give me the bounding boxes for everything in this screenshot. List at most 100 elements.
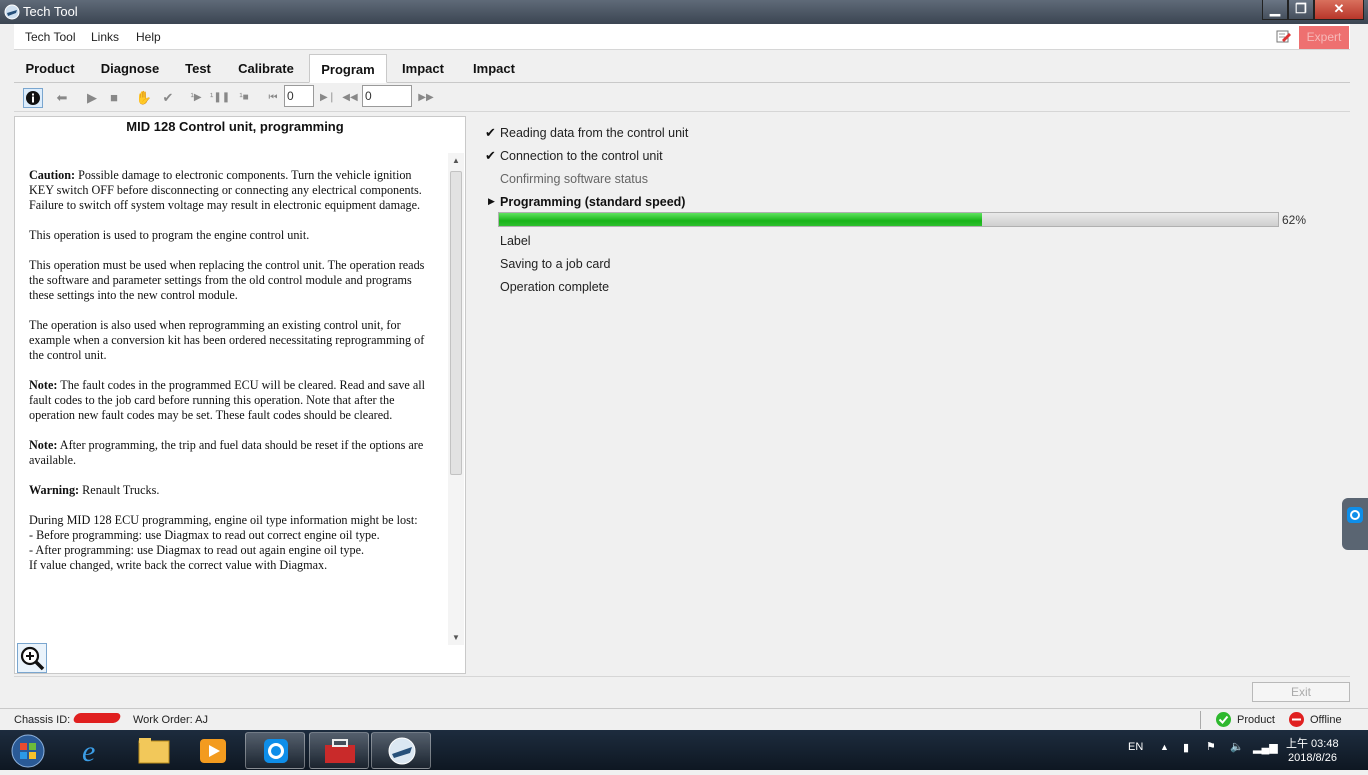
menu-bar: Tech Tool Links Help Expert xyxy=(14,24,1350,50)
play-icon[interactable]: ▶ xyxy=(82,88,102,108)
step-pause-icon[interactable]: ¹❚❚ xyxy=(210,88,230,108)
tab-impact[interactable]: Impact xyxy=(391,54,455,83)
taskbar-explorer[interactable] xyxy=(124,732,184,769)
volume-icon[interactable]: 🔈 xyxy=(1230,740,1244,753)
programming-progress-pane: ✔ Reading data from the control unit ✔ C… xyxy=(468,116,1350,674)
caution-text: Possible damage to electronic components… xyxy=(29,168,422,212)
work-order: Work Order: AJ xyxy=(133,714,208,726)
tab-test[interactable]: Test xyxy=(174,54,222,83)
maximize-button[interactable]: ❐ xyxy=(1288,0,1314,20)
paragraph-oil-type: During MID 128 ECU programming, engine o… xyxy=(29,513,439,573)
paragraph-reprogramming: The operation is also used when reprogra… xyxy=(29,318,425,362)
product-ok-icon xyxy=(1216,712,1231,727)
clock-time[interactable]: 上午 03:48 xyxy=(1286,735,1339,751)
menu-item-tech-tool[interactable]: Tech Tool xyxy=(25,30,75,44)
teamviewer-icon xyxy=(1347,507,1363,523)
report-edit-icon[interactable] xyxy=(1276,30,1292,44)
scroll-down-icon[interactable]: ▼ xyxy=(451,633,461,642)
hand-icon[interactable]: ✋ xyxy=(134,88,154,108)
step-play-icon[interactable]: ¹▶ xyxy=(186,88,206,108)
paragraph-purpose: This operation is used to program the en… xyxy=(29,228,310,242)
tech-tool-app-icon xyxy=(388,737,416,765)
taskbar-toolbox[interactable] xyxy=(309,732,369,769)
tab-impact-2[interactable]: Impact xyxy=(462,54,526,83)
tab-calibrate[interactable]: Calibrate xyxy=(226,54,306,83)
oil-line-3: - After programming: use Diagmax to read… xyxy=(29,543,365,557)
magnifier-plus-icon xyxy=(20,646,45,671)
tab-product[interactable]: Product xyxy=(14,54,86,83)
expert-button[interactable]: Expert xyxy=(1299,26,1349,49)
signal-icon[interactable]: ▂▄▆ xyxy=(1253,741,1278,754)
action-bar: Exit xyxy=(14,676,1350,706)
instructions-pane: MID 128 Control unit, programming Cautio… xyxy=(14,116,466,674)
zoom-in-button[interactable] xyxy=(17,643,47,673)
offline-icon xyxy=(1289,712,1304,727)
windows-start-icon xyxy=(11,734,45,768)
warning-label: Warning: xyxy=(29,483,80,497)
back-arrow-icon[interactable]: ⬅ xyxy=(52,88,72,108)
note-label: Note: xyxy=(29,438,58,452)
next-icon[interactable]: ▶❘ xyxy=(318,88,338,108)
tech-tool-app-icon xyxy=(4,4,20,20)
warning-paragraph: Warning: Renault Trucks. xyxy=(29,483,439,498)
tab-diagnose[interactable]: Diagnose xyxy=(90,54,170,83)
svg-text:e: e xyxy=(82,735,95,768)
note-label: Note: xyxy=(29,378,58,392)
status-divider xyxy=(1200,711,1201,729)
first-icon[interactable]: ⏮ xyxy=(263,88,283,108)
tab-program[interactable]: Program xyxy=(309,54,387,83)
windows-taskbar: e EN ▲ ▮ ⚑ 🔈 ▂▄▆ 上午 03:48 2018/8/26 xyxy=(0,730,1368,770)
step-confirming-software: Confirming software status xyxy=(500,172,648,186)
teamviewer-side-tab[interactable] xyxy=(1342,498,1368,550)
taskbar-ie[interactable]: e xyxy=(62,732,122,769)
battery-icon[interactable]: ▮ xyxy=(1183,741,1189,754)
note-text: After programming, the trip and fuel dat… xyxy=(29,438,424,467)
close-button[interactable]: ✕ xyxy=(1314,0,1364,20)
toolbox-icon xyxy=(325,739,355,763)
rewind-icon[interactable]: ◀◀ xyxy=(340,88,360,108)
step-stop-icon[interactable]: ¹■ xyxy=(234,88,254,108)
oil-line-2: - Before programming: use Diagmax to rea… xyxy=(29,528,380,542)
caution-paragraph: Caution: Possible damage to electronic c… xyxy=(29,168,439,213)
toolbar: ⬅ ▶ ■ ✋ ✔ ¹▶ ¹❚❚ ¹■ ⏮ 0 ▶❘ ◀◀ 0 ▶▶ xyxy=(14,84,1350,112)
oil-line-4: If value changed, write back the correct… xyxy=(29,558,328,572)
show-hidden-icons[interactable]: ▲ xyxy=(1160,742,1169,752)
step-connection: Connection to the control unit xyxy=(500,149,663,163)
progress-fill xyxy=(499,213,982,226)
done-check-icon: ✔ xyxy=(485,125,496,140)
step-label: Label xyxy=(500,234,531,248)
stop-icon[interactable]: ■ xyxy=(104,88,124,108)
taskbar-tech-tool[interactable] xyxy=(371,732,431,769)
redaction-mark xyxy=(72,713,122,723)
step-reading-data: Reading data from the control unit xyxy=(500,126,689,140)
vertical-scrollbar[interactable]: ▲ ▼ xyxy=(448,153,464,645)
info-icon[interactable] xyxy=(23,88,43,108)
exit-button[interactable]: Exit xyxy=(1252,682,1350,702)
scroll-up-icon[interactable]: ▲ xyxy=(451,156,461,165)
oil-line-1: During MID 128 ECU programming, engine o… xyxy=(29,513,418,527)
language-indicator[interactable]: EN xyxy=(1128,741,1143,753)
menu-item-help[interactable]: Help xyxy=(136,30,161,44)
status-bar: Chassis ID: Work Order: AJ Product Offli… xyxy=(0,708,1368,730)
scroll-thumb[interactable] xyxy=(450,171,462,475)
minimize-button[interactable]: ▁ xyxy=(1262,0,1288,20)
folder-icon xyxy=(138,738,170,764)
note-trip-data: Note: After programming, the trip and fu… xyxy=(29,438,439,468)
step-count-field[interactable]: 0 xyxy=(362,85,412,107)
offline-status: Offline xyxy=(1310,714,1342,726)
check-icon[interactable]: ✔ xyxy=(158,88,178,108)
start-button[interactable] xyxy=(0,732,56,769)
main-tab-bar: Product Diagnose Test Calibrate Program … xyxy=(14,51,1350,83)
chassis-id-label: Chassis ID: xyxy=(14,714,71,726)
step-index-field[interactable]: 0 xyxy=(284,85,314,107)
taskbar-media-player[interactable] xyxy=(183,732,243,769)
product-status: Product xyxy=(1237,714,1275,726)
fast-forward-icon[interactable]: ▶▶ xyxy=(416,88,436,108)
network-status-icon[interactable]: ⚑ xyxy=(1206,740,1216,753)
done-check-icon: ✔ xyxy=(485,148,496,163)
menu-item-links[interactable]: Links xyxy=(91,30,119,44)
taskbar-teamviewer[interactable] xyxy=(245,732,305,769)
current-step-arrow-icon: ▶ xyxy=(488,196,495,206)
clock-date[interactable]: 2018/8/26 xyxy=(1288,752,1337,764)
page-title: MID 128 Control unit, programming xyxy=(126,119,344,134)
